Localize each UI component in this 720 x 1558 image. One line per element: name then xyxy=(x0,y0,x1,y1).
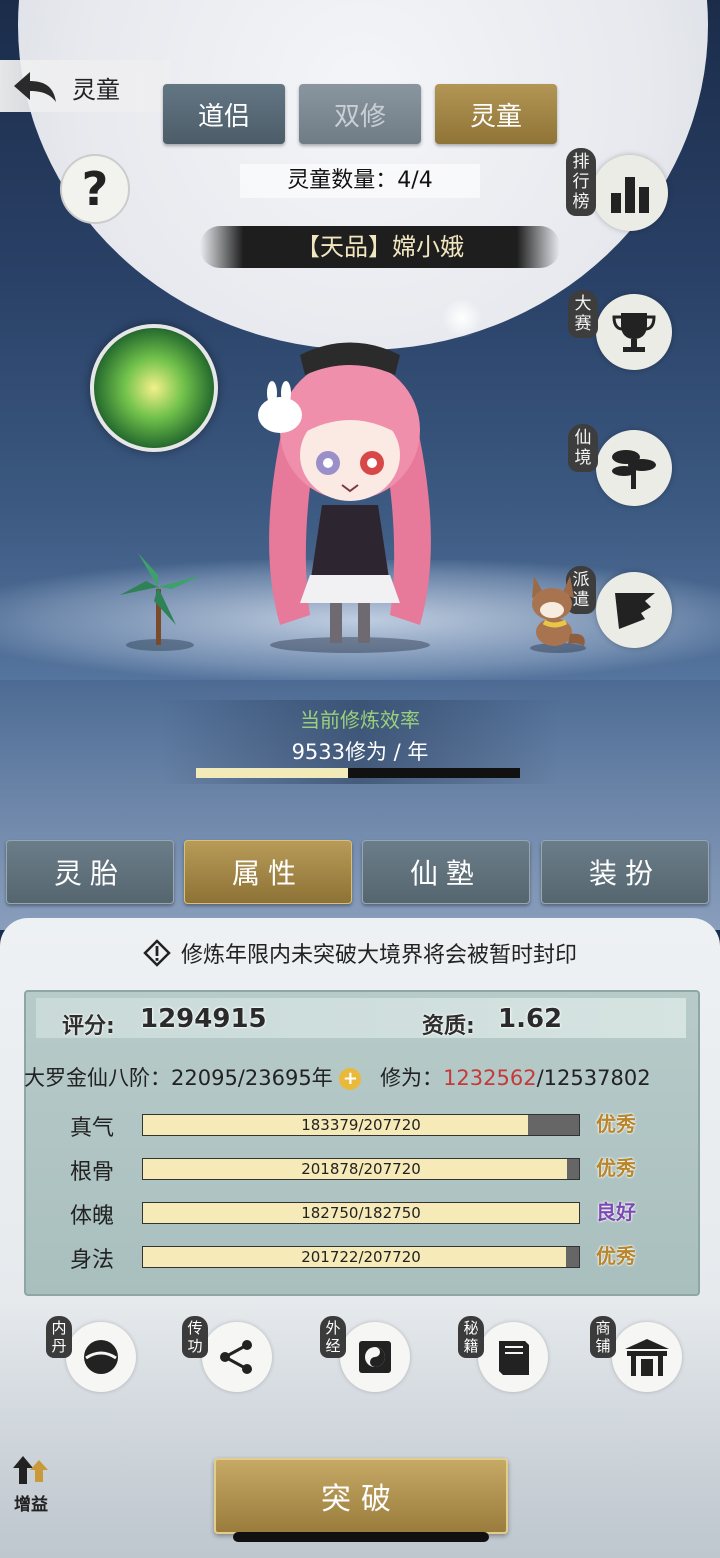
companion-count: 灵童数量：4/4 xyxy=(240,164,480,198)
ranking-bars-icon xyxy=(611,177,649,213)
attribute-name: 身法 xyxy=(70,1248,115,1273)
transmit-label: 传功 xyxy=(182,1316,208,1358)
page-title: 灵童 xyxy=(72,76,120,104)
back-bar[interactable]: 灵童 xyxy=(0,60,170,112)
trophy-icon xyxy=(612,313,656,352)
aptitude-value: 1.62 xyxy=(498,1004,563,1034)
companion-character[interactable] xyxy=(230,335,470,655)
attribute-value: 201878/207720 xyxy=(301,1160,421,1178)
tab-label: 装扮 xyxy=(588,857,661,890)
attribute-value: 201722/207720 xyxy=(301,1248,421,1266)
warning-icon xyxy=(143,939,171,967)
tab-label: 灵胎 xyxy=(53,857,126,890)
contest-button[interactable] xyxy=(596,294,672,370)
attribute-value: 182750/182750 xyxy=(301,1204,421,1222)
yin-yang-scroll-icon xyxy=(359,1341,391,1373)
warning-text: 修炼年限内未突破大境界将会被暂时封印 xyxy=(180,943,577,968)
outer-scripture-button[interactable] xyxy=(340,1322,410,1392)
pine-tree-icon xyxy=(612,450,656,489)
score-value: 1294915 xyxy=(140,1004,267,1034)
tab-zhuangban[interactable]: 装扮 xyxy=(541,840,709,904)
attribute-row-shenfa: 身法 201722/207720 优秀 xyxy=(26,1242,698,1273)
attribute-grade: 优秀 xyxy=(596,1244,636,1268)
efficiency-label: 当前修炼效率 xyxy=(300,708,420,732)
stats-box: 评分: 1294915 资质: 1.62 大罗金仙八阶：22095/23695年… xyxy=(24,990,700,1296)
attribute-row-tipo: 体魄 182750/182750 良好 xyxy=(26,1198,698,1229)
secret-book-button[interactable] xyxy=(478,1322,548,1392)
back-arrow-icon[interactable] xyxy=(10,68,60,104)
ranking-button[interactable] xyxy=(592,155,668,231)
attribute-bar: 183379/207720 xyxy=(142,1114,580,1136)
efficiency-value: 9533修为 / 年 xyxy=(291,740,429,764)
attribute-row-gengu: 根骨 201878/207720 优秀 xyxy=(26,1154,698,1185)
share-nodes-icon xyxy=(220,1340,252,1374)
ranking-label: 排行榜 xyxy=(566,148,596,216)
inner-pill-button[interactable] xyxy=(66,1322,136,1392)
companion-name: 【天品】嫦小娥 xyxy=(200,226,560,268)
breakthrough-button[interactable]: 突破 xyxy=(214,1458,508,1534)
cultivation-label: 修为： xyxy=(380,1066,444,1090)
wonderland-button[interactable] xyxy=(596,430,672,506)
tab-shuangxiu[interactable]: 双修 xyxy=(299,84,421,144)
efficiency-progress-bar xyxy=(196,768,520,778)
attribute-name: 真气 xyxy=(70,1116,115,1141)
tab-label: 灵童 xyxy=(469,101,522,132)
tab-xianshu[interactable]: 仙塾 xyxy=(362,840,530,904)
attribute-name: 体魄 xyxy=(70,1204,115,1229)
pavilion-icon xyxy=(625,1339,669,1376)
attribute-value: 183379/207720 xyxy=(301,1116,421,1134)
secret-book-label: 秘籍 xyxy=(458,1316,484,1358)
tab-label: 属性 xyxy=(231,857,304,890)
attribute-bar: 201878/207720 xyxy=(142,1158,580,1180)
contest-label: 大赛 xyxy=(568,290,598,338)
aptitude-label: 资质: xyxy=(422,1014,475,1039)
dispatch-button[interactable] xyxy=(596,572,672,648)
pet-fox[interactable] xyxy=(522,572,592,654)
pinwheel-icon[interactable] xyxy=(118,545,208,655)
efficiency-progress-fill xyxy=(196,768,349,778)
breakthrough-label: 突破 xyxy=(321,1482,401,1517)
tab-daolv[interactable]: 道侣 xyxy=(163,84,285,144)
attribute-grade: 良好 xyxy=(596,1200,636,1224)
attribute-bar: 201722/207720 xyxy=(142,1246,580,1268)
realm-years: 22095/23695年 xyxy=(171,1066,333,1090)
add-years-icon[interactable]: + xyxy=(339,1068,362,1090)
shop-button[interactable] xyxy=(612,1322,682,1392)
tab-label: 道侣 xyxy=(197,101,250,132)
shop-label: 商铺 xyxy=(590,1316,616,1358)
attribute-grade: 优秀 xyxy=(596,1156,636,1180)
book-icon xyxy=(499,1341,529,1375)
home-indicator xyxy=(233,1532,489,1542)
flag-icon xyxy=(615,593,655,629)
sparkle xyxy=(442,298,482,338)
realm-label: 大罗金仙八阶： xyxy=(24,1066,171,1090)
score-row: 评分: 1294915 资质: 1.62 xyxy=(36,998,686,1039)
boost-arrows-icon xyxy=(13,1456,48,1484)
attribute-grade: 优秀 xyxy=(596,1112,636,1136)
inner-pill-icon xyxy=(84,1340,118,1374)
cultivation-total: /12537802 xyxy=(536,1066,651,1090)
score-label: 评分: xyxy=(62,1014,115,1039)
attribute-row-zhenqi: 真气 183379/207720 优秀 xyxy=(26,1110,698,1141)
attribute-name: 根骨 xyxy=(70,1160,115,1185)
spirit-orb-icon[interactable] xyxy=(90,324,218,452)
tab-label: 双修 xyxy=(333,101,386,132)
seal-warning: 修炼年限内未突破大境界将会被暂时封印 xyxy=(0,930,720,976)
outer-scripture-label: 外经 xyxy=(320,1316,346,1358)
cultivation-current: 1232562 xyxy=(443,1066,537,1090)
boost-label: 增益 xyxy=(14,1495,48,1515)
wonderland-label: 仙境 xyxy=(568,424,598,472)
inner-pill-label: 内丹 xyxy=(46,1316,72,1358)
tab-lingtai[interactable]: 灵胎 xyxy=(6,840,174,904)
tab-shuxing[interactable]: 属性 xyxy=(184,840,352,904)
attribute-bar: 182750/182750 xyxy=(142,1202,580,1224)
transmit-button[interactable] xyxy=(202,1322,272,1392)
help-icon[interactable]: ? xyxy=(60,154,130,224)
tab-lingtong[interactable]: 灵童 xyxy=(435,84,557,144)
realm-row: 大罗金仙八阶：22095/23695年 + 修为：1232562/1253780… xyxy=(24,1062,651,1092)
tab-label: 仙塾 xyxy=(409,857,482,890)
boost-button[interactable]: 增益 xyxy=(6,1452,56,1515)
